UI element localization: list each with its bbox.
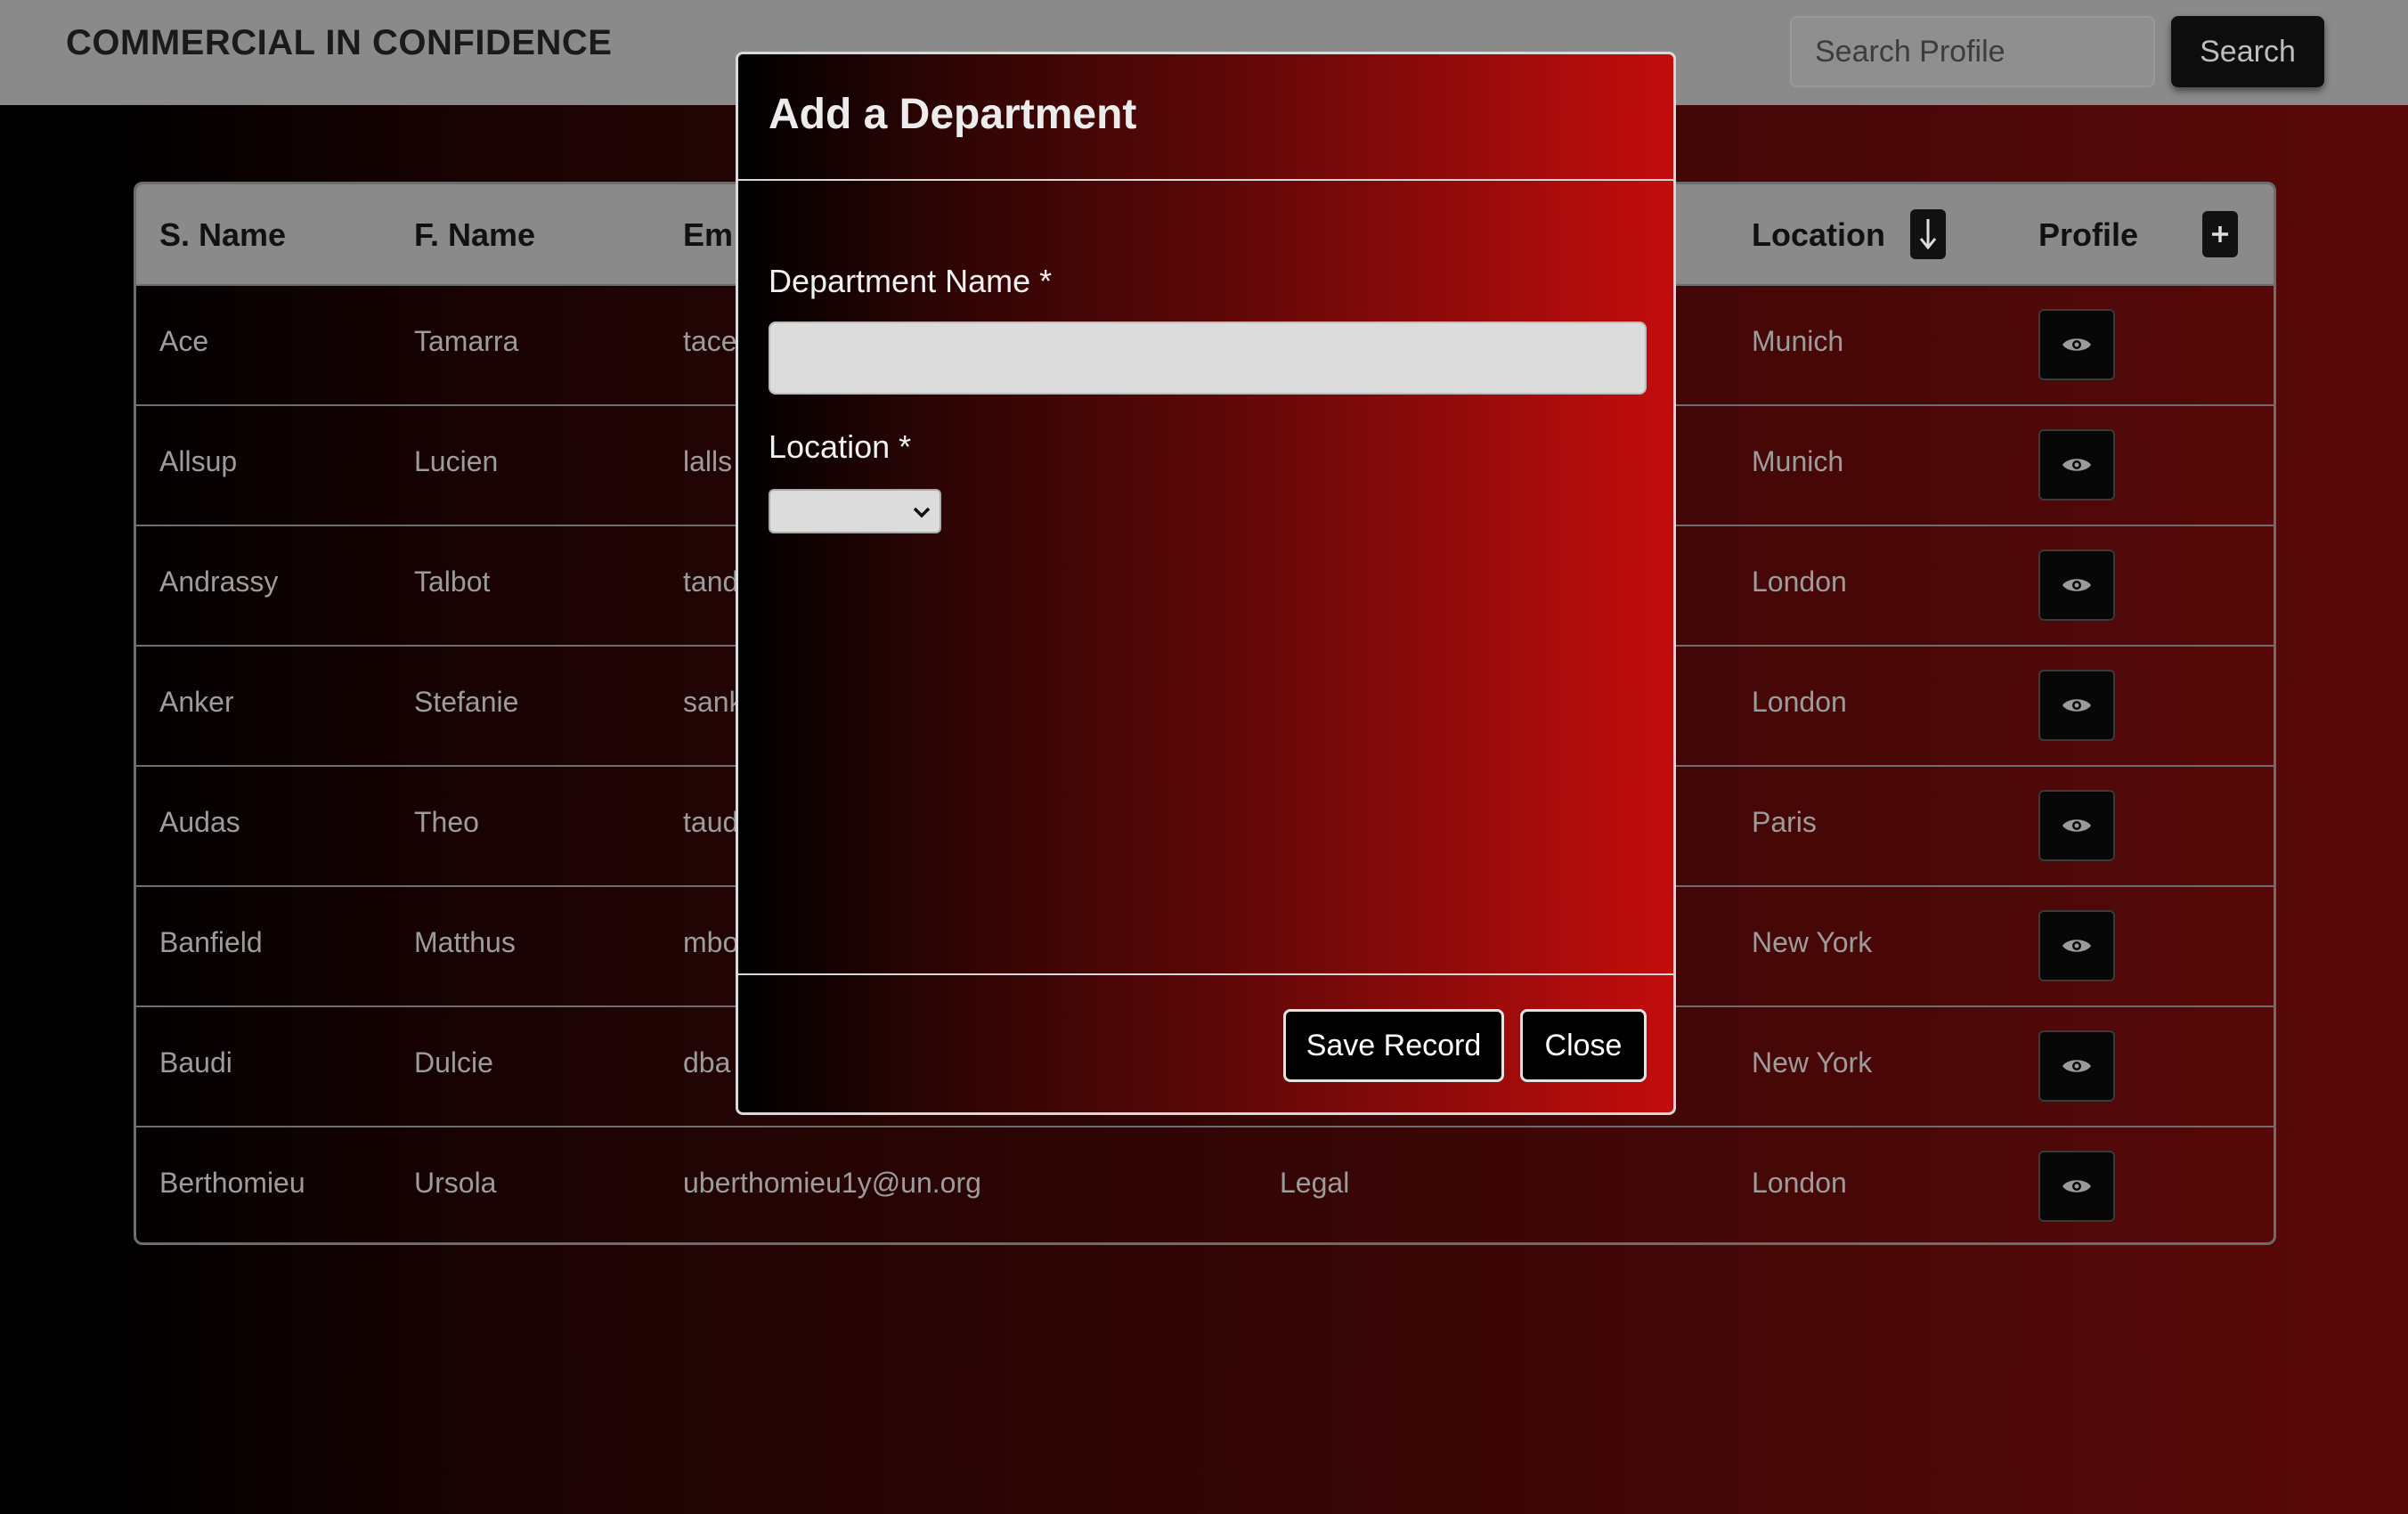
table-row: Berthomieu Ursola uberthomieu1y@un.org L… [136,1126,2274,1242]
cell-department: Legal [1280,1167,1350,1199]
view-profile-button[interactable] [2038,910,2115,981]
cell-location: London [1752,1167,1847,1199]
close-button[interactable]: Close [1520,1009,1647,1082]
modal-header-divider [738,179,1673,181]
cell-firstname: Matthus [414,926,516,958]
cell-location: Paris [1752,806,1817,838]
cell-location: London [1752,566,1847,598]
view-profile-button[interactable] [2038,790,2115,861]
location-select[interactable] [769,489,941,533]
modal-title: Add a Department [769,91,1137,138]
chevron-down-icon [913,496,931,525]
eye-icon [2062,819,2091,832]
cell-email: taud [683,806,739,838]
cell-firstname: Talbot [414,566,491,598]
add-department-modal: Add a Department Department Name * Locat… [736,52,1676,1115]
modal-footer-divider [738,973,1673,975]
department-name-label: Department Name * [769,263,1053,299]
department-name-input[interactable] [769,322,1647,395]
cell-email: uberthomieu1y@un.org [683,1167,981,1199]
cell-email: mbo [683,926,739,958]
column-email[interactable]: Em [683,216,733,254]
eye-icon [2062,579,2091,591]
sort-arrow-down-icon[interactable] [1910,209,1946,259]
view-profile-button[interactable] [2038,670,2115,741]
view-profile-button[interactable] [2038,549,2115,621]
cell-location: Munich [1752,325,1844,357]
eye-icon [2062,1180,2091,1192]
cell-email: tace [683,325,737,357]
cell-location: Munich [1752,445,1844,477]
cell-email: dba [683,1046,731,1079]
location-label: Location * [769,428,912,465]
column-firstname[interactable]: F. Name [414,216,535,254]
view-profile-button[interactable] [2038,1030,2115,1102]
cell-surname: Berthomieu [159,1167,305,1199]
search-input[interactable] [1790,16,2155,87]
column-profile: Profile [2038,216,2139,253]
cell-email: tand [683,566,739,598]
cell-firstname: Tamarra [414,325,519,357]
cell-email: sank [683,686,744,718]
column-location[interactable]: Location [1752,216,1885,254]
eye-icon [2062,699,2091,712]
cell-surname: Baudi [159,1046,232,1079]
column-surname[interactable]: S. Name [159,216,286,254]
view-profile-button[interactable] [2038,309,2115,380]
cell-firstname: Theo [414,806,479,838]
cell-firstname: Dulcie [414,1046,493,1079]
view-profile-button[interactable] [2038,1151,2115,1222]
cell-surname: Anker [159,686,234,718]
cell-location: New York [1752,1046,1873,1079]
cell-surname: Andrassy [159,566,279,598]
brand-title: COMMERCIAL IN CONFIDENCE [66,23,613,62]
cell-surname: Audas [159,806,240,838]
cell-location: New York [1752,926,1873,958]
cell-surname: Banfield [159,926,263,958]
cell-email: lalls [683,445,733,477]
cell-location: London [1752,686,1847,718]
cell-firstname: Stefanie [414,686,519,718]
cell-surname: Ace [159,325,209,357]
eye-icon [2062,338,2091,351]
search-button[interactable]: Search [2171,16,2324,87]
cell-surname: Allsup [159,445,238,477]
cell-firstname: Ursola [414,1167,497,1199]
eye-icon [2062,459,2091,471]
add-plus-icon[interactable] [2202,211,2238,257]
save-record-button[interactable]: Save Record [1283,1009,1504,1082]
view-profile-button[interactable] [2038,429,2115,501]
eye-icon [2062,1060,2091,1072]
cell-firstname: Lucien [414,445,499,477]
eye-icon [2062,940,2091,952]
